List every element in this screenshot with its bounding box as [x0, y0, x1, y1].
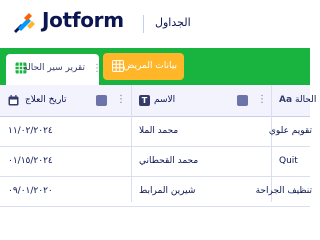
cell-name[interactable]: محمد الملا [139, 126, 178, 136]
cell-status-text: تنظيف الجراحة [255, 186, 312, 196]
brand-name[interactable]: Jotform [42, 8, 124, 32]
text-format-icon: Aa [279, 95, 293, 105]
column-options-icon[interactable]: ⋮ [257, 94, 267, 105]
page-title: الجداول [155, 16, 191, 29]
tab-label: تقرير سير الحالة [23, 63, 85, 73]
tab-bar: تقرير سير الحالة ⋮ بيانات المريض [0, 48, 310, 85]
tab-label: بيانات المريض [123, 61, 178, 71]
table-row[interactable]: ٠١/١٥/٢٠٢٤ محمد القحطاني Quit [0, 147, 310, 177]
text-type-icon: T [139, 95, 150, 106]
column-header-name[interactable]: T الاسم ⋮ [131, 85, 271, 117]
table-grid-icon [112, 60, 124, 72]
app-header: Jotform الجداول [0, 0, 310, 48]
table-header-row: تاريخ العلاج ⋮ T الاسم ⋮ Aa الحالة [0, 85, 316, 117]
header-divider [143, 15, 144, 33]
column-header-treatment-date[interactable]: تاريخ العلاج ⋮ [0, 85, 131, 117]
pin-icon[interactable] [96, 95, 107, 106]
data-table: تاريخ العلاج ⋮ T الاسم ⋮ Aa الحالة ١١/٠٢… [0, 85, 316, 207]
cell-name[interactable]: محمد القحطاني [139, 156, 198, 166]
tab-patient-data[interactable]: بيانات المريض [103, 53, 184, 80]
table-row[interactable]: ٠٩/٠١/٢٠٢٠ شيرين المرابط تنظيف الجراحة [0, 177, 312, 207]
cell-treatment-date[interactable]: ١١/٠٢/٢٠٢٤ [8, 126, 53, 136]
column-header-status[interactable]: Aa الحالة [271, 85, 320, 117]
column-options-icon[interactable]: ⋮ [116, 94, 126, 105]
jotform-logo-icon[interactable] [12, 11, 36, 35]
cell-treatment-date[interactable]: ٠٩/٠١/٢٠٢٠ [8, 186, 53, 196]
cell-status[interactable]: Quit [279, 156, 298, 166]
cell-name[interactable]: شيرين المرابط [139, 186, 195, 196]
cell-status-text: تقويم علوي [268, 126, 312, 136]
tab-options-icon[interactable]: ⋮ [92, 63, 102, 74]
table-row[interactable]: ١١/٠٢/٢٠٢٤ محمد الملا تقويم علوي [0, 117, 312, 147]
calendar-icon [8, 95, 19, 106]
column-header-label: تاريخ العلاج [25, 95, 67, 105]
column-header-label: الحالة [295, 95, 317, 105]
tab-case-progress-report[interactable]: تقرير سير الحالة ⋮ [6, 54, 102, 85]
cell-treatment-date[interactable]: ٠١/١٥/٢٠٢٤ [8, 156, 53, 166]
column-header-label: الاسم [154, 95, 176, 105]
pin-icon[interactable] [237, 95, 248, 106]
